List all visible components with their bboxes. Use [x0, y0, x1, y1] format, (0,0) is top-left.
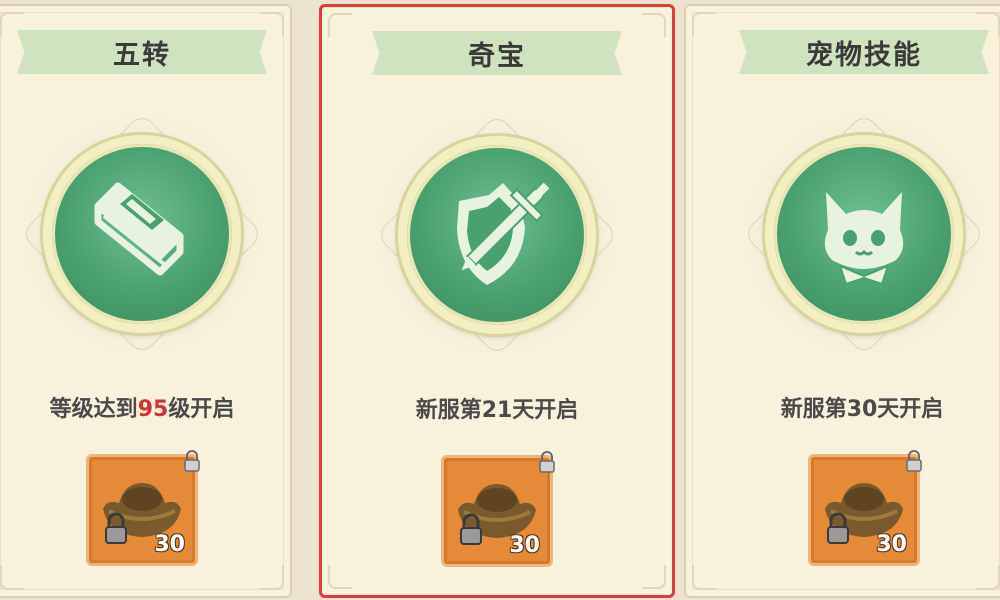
card-title-banner: 五转: [17, 30, 267, 74]
card-title: 奇宝: [468, 40, 526, 72]
unlock-condition: 新服第21天开启: [415, 398, 579, 423]
card-title: 五转: [113, 39, 171, 71]
card-title: 宠物技能: [806, 39, 922, 71]
feature-emblem: [7, 111, 277, 356]
shield-sword-icon: [457, 182, 550, 285]
book-icon: [94, 182, 184, 275]
corner-lock-icon: [539, 451, 555, 473]
reward-item[interactable]: 30: [441, 451, 555, 567]
pet-cat-icon: [824, 191, 904, 285]
card-title-banner: 奇宝: [372, 31, 622, 75]
reward-item[interactable]: 30: [86, 450, 200, 566]
corner-lock-icon: [906, 450, 922, 472]
reward-item[interactable]: 30: [808, 450, 922, 566]
feature-emblem: [729, 111, 999, 356]
feature-emblem: [362, 112, 632, 357]
feature-card-treasure[interactable]: 奇宝 新服第21天开启 30: [319, 4, 675, 598]
feature-card-pet-skills[interactable]: 宠物技能 新服第30天开启 30: [684, 4, 1000, 598]
unlock-condition: 新服第30天开启: [780, 397, 944, 422]
feature-card-fifth-rebirth[interactable]: 五转 等级达到95级开启 30: [0, 4, 292, 598]
required-level: 95: [137, 397, 169, 422]
card-title-banner: 宠物技能: [739, 30, 989, 74]
item-quantity: 30: [154, 532, 185, 557]
item-quantity: 30: [509, 533, 540, 558]
item-quantity: 30: [876, 532, 907, 557]
corner-lock-icon: [184, 450, 200, 472]
unlock-condition: 等级达到95级开启: [49, 397, 235, 422]
